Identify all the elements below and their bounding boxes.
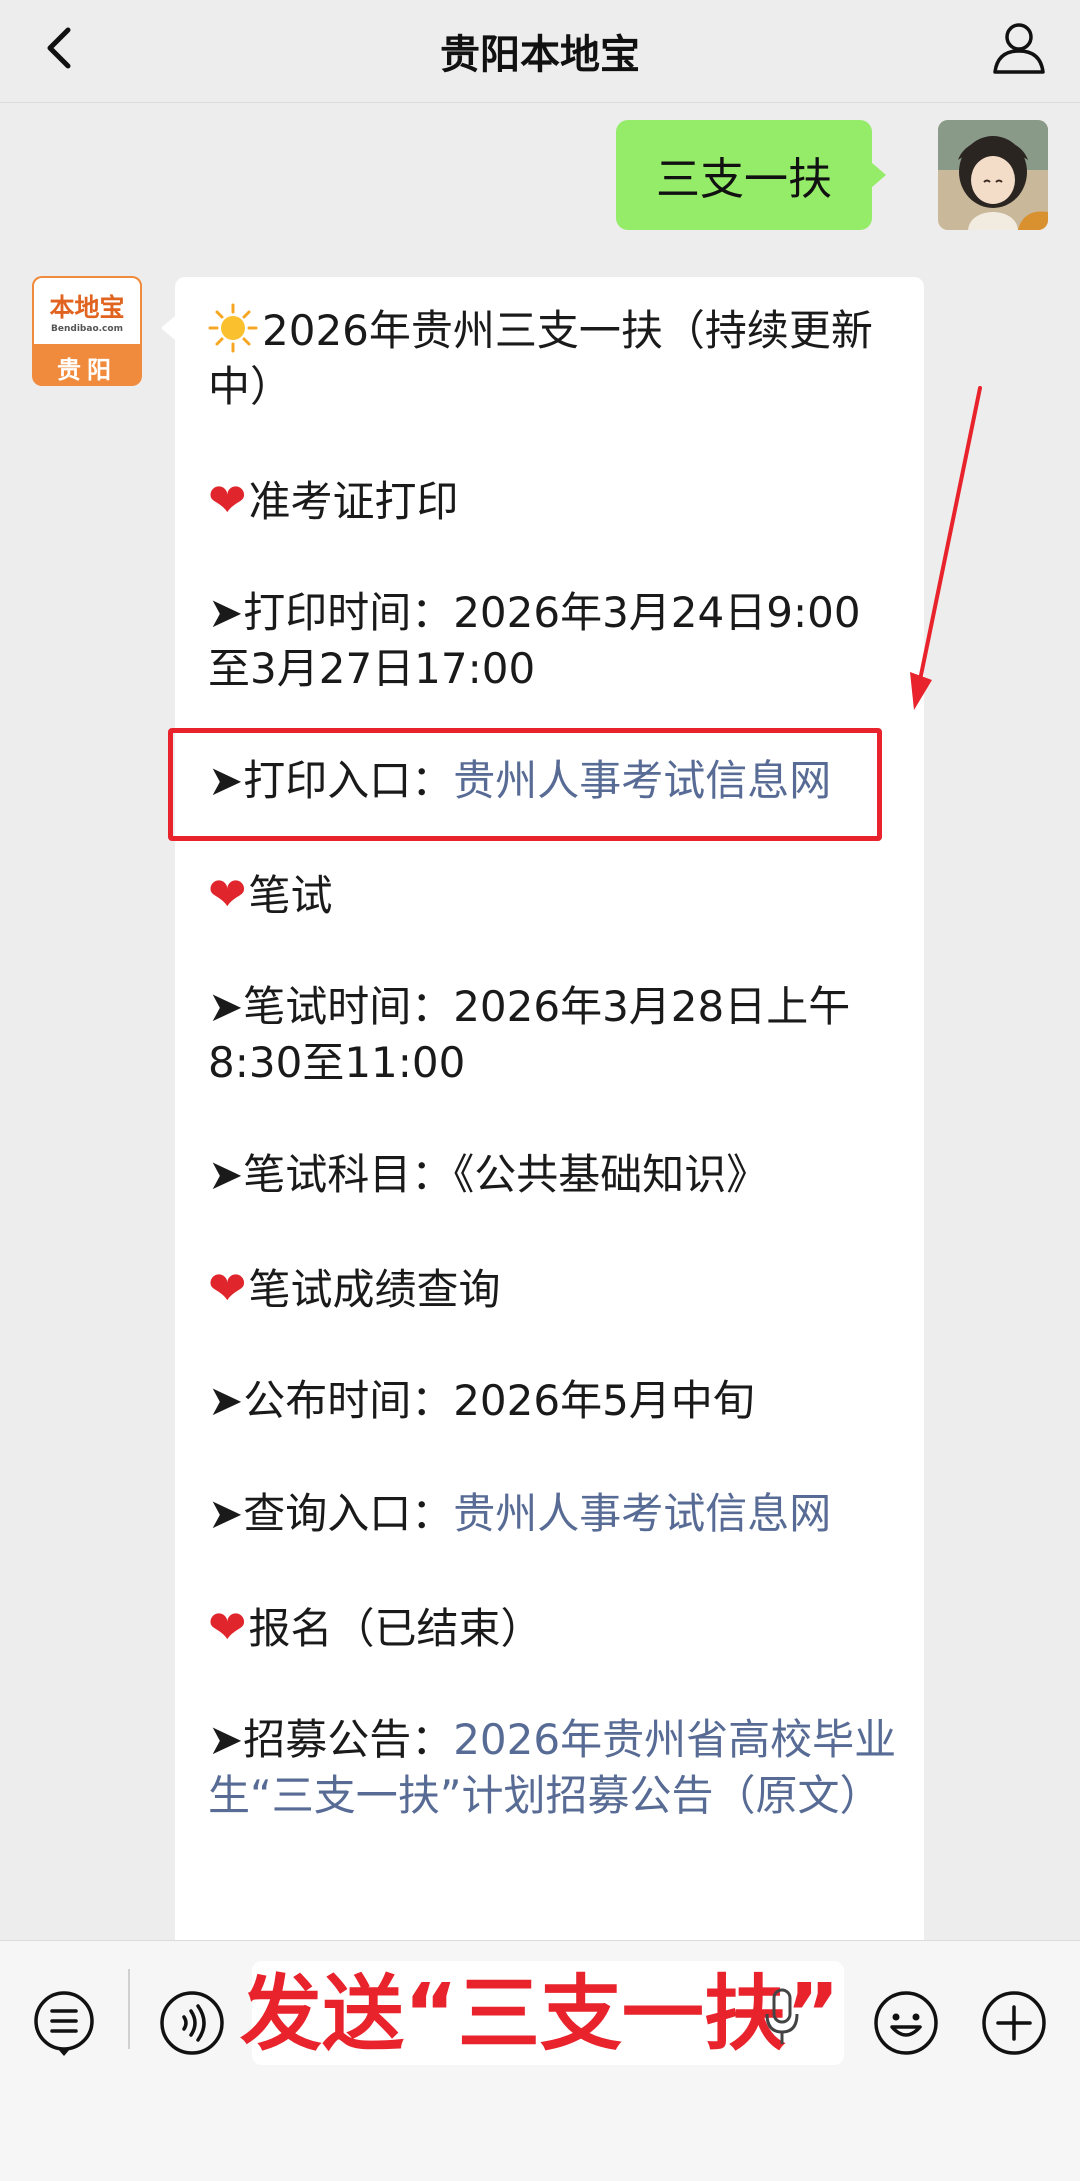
microphone-icon[interactable] [762, 1986, 802, 2050]
bot-avatar[interactable]: 本地宝 Bendibao.com 贵阳 [32, 276, 142, 386]
print-time: ➤打印时间：2026年3月24日9:00至3月27日17:00 [208, 588, 861, 693]
score-heading: 笔试成绩查询 [248, 1265, 501, 1314]
highlight-box [168, 728, 882, 841]
notice-line: ➤招募公告：2026年贵州省高校毕业生“三支一扶”计划招募公告（原文） [208, 1712, 898, 1824]
signup-heading: 报名（已结束） [248, 1604, 543, 1653]
avatar-url: Bendibao.com [51, 324, 123, 334]
top-nav: 贵阳本地宝 [0, 0, 1080, 103]
admission-heading: 准考证打印 [248, 477, 459, 526]
sun-icon [208, 303, 258, 353]
menu-list-icon[interactable] [30, 1989, 98, 2057]
exam-time: ➤笔试时间：2026年3月28日上午8:30至11:00 [208, 982, 851, 1087]
plus-icon[interactable] [980, 1989, 1048, 2057]
outgoing-bubble[interactable]: 三支一扶 [616, 120, 886, 230]
heart-icon: ❤ [208, 867, 247, 921]
avatar-city: 贵阳 [57, 356, 117, 384]
avatar-brand: 本地宝 [49, 293, 125, 322]
chat-title: 贵阳本地宝 [440, 32, 640, 78]
notice-label: ➤招募公告： [208, 1715, 454, 1764]
exam-heading: 笔试 [248, 871, 333, 920]
query-entry-line: ➤查询入口：贵州人事考试信息网 [208, 1486, 898, 1542]
heart-icon: ❤ [208, 1261, 247, 1315]
query-entry-label: ➤查询入口： [208, 1489, 454, 1538]
profile-icon[interactable] [988, 16, 1050, 78]
signup-heading-line: ❤报名（已结束） [208, 1599, 898, 1657]
emoji-icon[interactable] [872, 1989, 940, 2057]
score-heading-line: ❤笔试成绩查询 [208, 1260, 898, 1318]
heart-icon: ❤ [208, 473, 247, 527]
user-avatar[interactable] [938, 120, 1048, 230]
incoming-bubble: 2026年贵州三支一扶（持续更新中） ❤准考证打印 ➤打印时间：2026年3月2… [161, 277, 924, 1957]
message-title: 2026年贵州三支一扶（持续更新中） [208, 306, 873, 411]
query-entry-link[interactable]: 贵州人事考试信息网 [453, 1489, 831, 1538]
red-arrow-annotation [910, 386, 982, 710]
message-title-line: 2026年贵州三支一扶（持续更新中） [208, 303, 898, 415]
overlay-instruction: 发送“三支一扶” [240, 1967, 840, 2062]
heart-icon: ❤ [208, 1600, 247, 1654]
outgoing-text: 三支一扶 [656, 154, 832, 205]
outgoing-message-row: 三支一扶 [48, 120, 1048, 230]
exam-heading-line: ❤笔试 [208, 866, 898, 924]
publish-time: ➤公布时间：2026年5月中旬 [208, 1376, 755, 1425]
voice-icon[interactable] [158, 1989, 226, 2057]
exam-subject: ➤笔试科目：《公共基础知识》 [208, 1150, 769, 1199]
admission-heading-line: ❤准考证打印 [208, 472, 898, 530]
bar-divider [128, 1969, 130, 2049]
